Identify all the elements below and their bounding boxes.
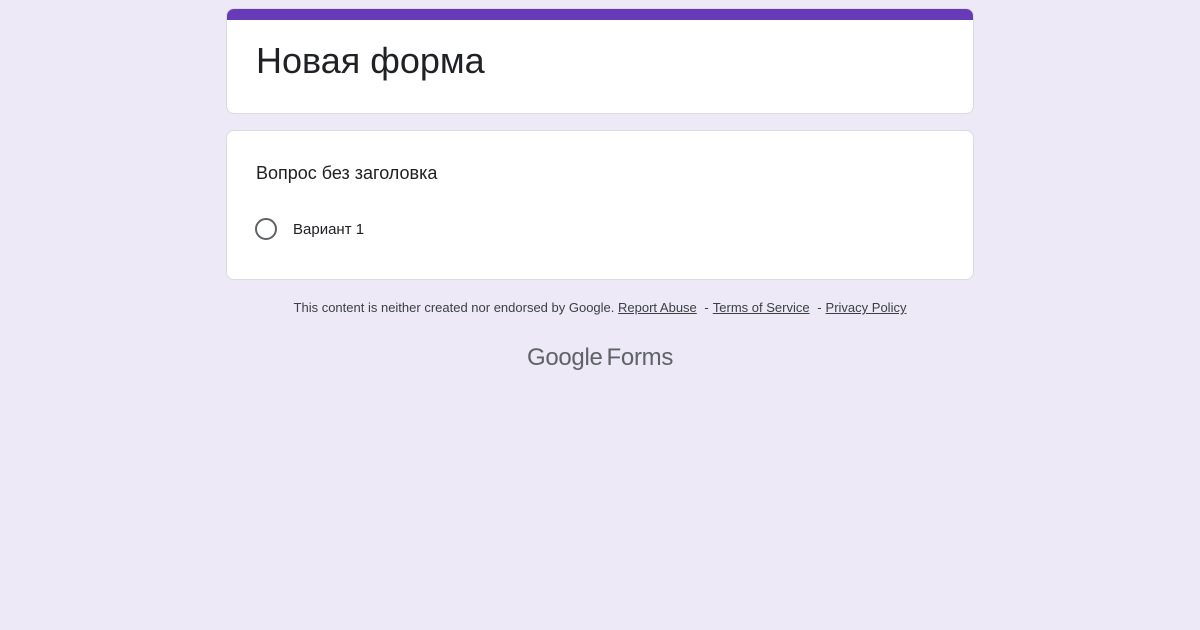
footer-separator: - [817, 300, 822, 315]
question-card: Вопрос без заголовка Вариант 1 [226, 130, 974, 280]
radio-option-1[interactable]: Вариант 1 [255, 217, 364, 241]
form-header-card: Новая форма [226, 8, 974, 114]
radio-option-label: Вариант 1 [293, 220, 365, 238]
brand-product: Forms [606, 344, 674, 371]
disclaimer-text: This content is neither created nor endo… [293, 300, 615, 315]
google-forms-logo[interactable]: Google Forms [0, 342, 1200, 374]
terms-of-service-link[interactable]: Terms of Service [713, 300, 810, 315]
question-title: Вопрос без заголовка [256, 163, 438, 183]
radio-button-icon[interactable] [255, 218, 277, 240]
footer-disclaimer: This content is neither created nor endo… [0, 299, 1200, 317]
footer-separator: - [704, 300, 709, 315]
brand-google: Google [526, 344, 603, 371]
form-page: Новая форма Вопрос без заголовка Вариант… [0, 0, 1200, 630]
form-title: Новая форма [256, 40, 485, 81]
header-accent-bar [227, 9, 973, 20]
privacy-policy-link[interactable]: Privacy Policy [826, 300, 907, 315]
report-abuse-link[interactable]: Report Abuse [618, 300, 697, 315]
